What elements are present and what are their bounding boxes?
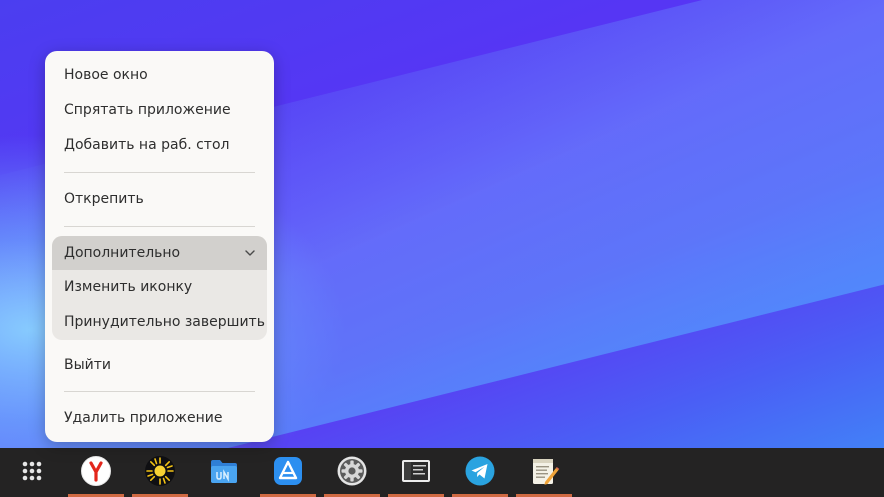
menu-item-add-to-desktop[interactable]: Добавить на раб. стол [53,128,266,162]
menu-item-force-quit[interactable]: Принудительно завершить [64,305,265,340]
submenu-more: Дополнительно Изменить иконку Принудител… [52,236,267,340]
submenu-more-header[interactable]: Дополнительно [52,236,267,270]
menu-item-change-icon[interactable]: Изменить иконку [64,270,192,305]
dock-item-settings[interactable] [324,448,380,497]
yandex-icon [81,456,111,486]
dock-context-menu: Новое окно Спрятать приложение Добавить … [45,51,274,442]
chevron-down-icon [245,250,255,256]
dock-item-telegram[interactable] [452,448,508,497]
dock-item-sun-app[interactable] [132,448,188,497]
text-editor-icon [533,459,560,485]
menu-item-new-window[interactable]: Новое окно [53,58,266,92]
telegram-icon [465,456,495,486]
sun-icon [145,456,175,486]
menu-separator [64,172,255,173]
menu-item-hide-app[interactable]: Спрятать приложение [53,93,266,127]
dock-item-app-store[interactable] [260,448,316,497]
menu-item-remove-app[interactable]: Удалить приложение [53,401,266,435]
dock-item-text-editor[interactable] [516,448,572,497]
dock-item-show-apps[interactable] [4,448,60,497]
dock-item-files[interactable] [196,448,252,497]
dock [0,448,884,497]
submenu-more-label: Дополнительно [64,245,181,261]
gear-icon [337,456,367,486]
folder-icon [211,460,237,483]
menu-item-quit[interactable]: Выйти [53,348,266,382]
monitor-icon [402,460,430,482]
menu-item-unpin[interactable]: Открепить [53,182,266,216]
store-icon [274,457,302,485]
menu-separator [64,391,255,392]
app-grid-icon [22,461,42,481]
dock-item-yandex-browser[interactable] [68,448,124,497]
menu-separator [64,226,255,227]
dock-item-system-monitor[interactable] [388,448,444,497]
